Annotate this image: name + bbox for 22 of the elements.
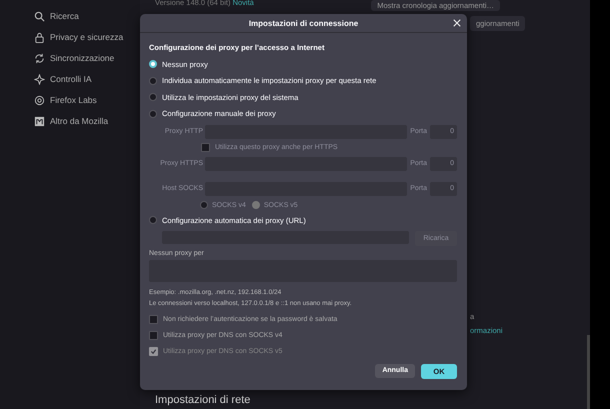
sync-icon bbox=[34, 52, 45, 64]
radio-button[interactable] bbox=[149, 76, 157, 85]
sidebar-item[interactable]: Altro da Mozilla bbox=[34, 115, 140, 127]
close-icon[interactable] bbox=[453, 19, 461, 27]
radio-button[interactable] bbox=[149, 93, 157, 102]
checkbox[interactable] bbox=[149, 330, 158, 340]
radio-button[interactable] bbox=[149, 110, 157, 118]
sidebar-item[interactable]: Ricerca bbox=[34, 10, 140, 22]
radio-button[interactable] bbox=[149, 60, 157, 68]
sparkle-icon bbox=[34, 74, 45, 84]
sidebar-item[interactable]: Controlli IA bbox=[34, 73, 140, 85]
checkbox[interactable] bbox=[149, 314, 158, 324]
sidebar-item[interactable]: Privacy e sicurezza bbox=[34, 31, 140, 43]
lock-icon bbox=[34, 32, 45, 42]
m-logo-icon bbox=[34, 116, 45, 126]
sidebar-item[interactable]: Firefox Labs bbox=[34, 94, 140, 106]
search-icon bbox=[34, 10, 45, 22]
section-heading: Impostazioni di rete bbox=[155, 394, 252, 406]
scrollbar[interactable] bbox=[587, 335, 590, 409]
dialog-title: Impostazioni di connessione bbox=[248, 18, 358, 28]
sidebar-item[interactable]: Sincronizzazione bbox=[34, 52, 140, 64]
radio-button[interactable] bbox=[149, 216, 157, 224]
